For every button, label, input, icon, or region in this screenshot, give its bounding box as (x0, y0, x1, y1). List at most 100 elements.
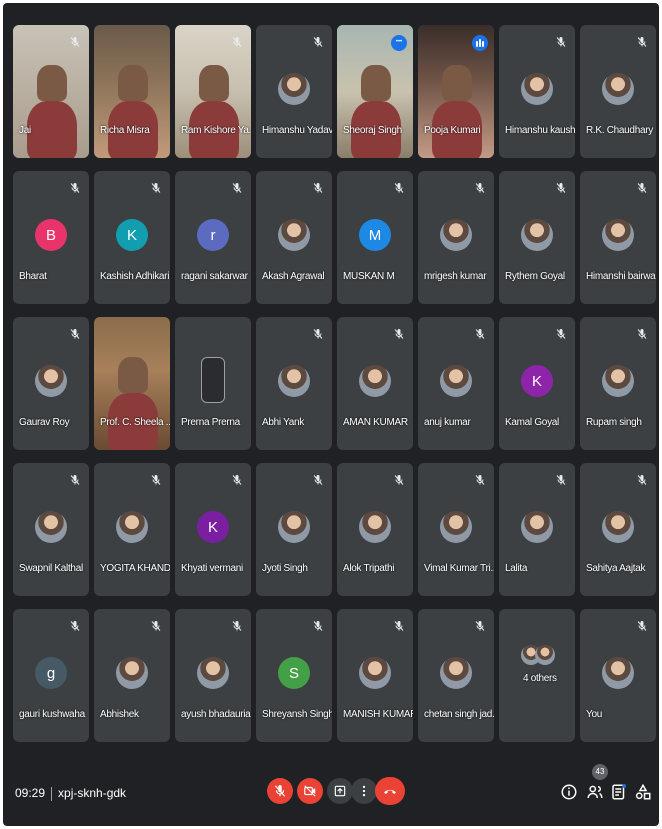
participant-tile[interactable]: mrigesh kumar (418, 171, 494, 304)
participant-tile[interactable]: Prof. C. Sheela ... (94, 317, 170, 450)
participant-tile[interactable]: Prerna Prerna (175, 317, 251, 450)
person-silhouette (37, 65, 67, 101)
participant-name: Ram Kishore Ya... (181, 125, 251, 136)
participant-tile[interactable]: You (580, 609, 656, 742)
more-options-icon[interactable]: ••• (391, 35, 407, 51)
participant-tile[interactable]: R.K. Chaudhary (580, 25, 656, 158)
mic-toggle-button[interactable] (267, 778, 293, 804)
participant-name: Alok Tripathi (343, 563, 395, 574)
activities-icon[interactable] (634, 783, 652, 801)
mic-muted-icon (555, 327, 567, 341)
participant-tile[interactable]: Lalita (499, 463, 575, 596)
participant-tile[interactable]: Rupam singh (580, 317, 656, 450)
participant-tile[interactable]: Himanshu Yadav (256, 25, 332, 158)
avatar (278, 73, 310, 105)
participant-name: Khyati vermani (181, 563, 243, 574)
participant-name: Sheoraj Singh (343, 125, 402, 136)
participant-tile[interactable]: S Shreyansh Singh (256, 609, 332, 742)
participant-tile[interactable]: anuj kumar (418, 317, 494, 450)
participant-name: You (586, 709, 602, 720)
participant-tile[interactable]: B Bharat (13, 171, 89, 304)
participant-tile[interactable]: Sahitya Aajtak (580, 463, 656, 596)
participant-tile[interactable]: M MUSKAN M (337, 171, 413, 304)
participant-tile[interactable]: Vimal Kumar Tri... (418, 463, 494, 596)
participant-tile[interactable]: Alok Tripathi (337, 463, 413, 596)
leave-call-button[interactable] (375, 777, 405, 805)
participant-name: Jyoti Singh (262, 563, 308, 574)
participant-tile[interactable]: Jai (13, 25, 89, 158)
participant-tile[interactable]: K Khyati vermani (175, 463, 251, 596)
avatar (521, 73, 553, 105)
avatar (359, 511, 391, 543)
person-silhouette (442, 65, 472, 101)
participant-tile[interactable]: g gauri kushwaha (13, 609, 89, 742)
participant-name: MUSKAN M (343, 271, 395, 282)
mic-muted-icon (636, 35, 648, 49)
chat-icon[interactable] (610, 783, 628, 801)
mic-muted-icon (312, 327, 324, 341)
avatar (440, 365, 472, 397)
participant-tile[interactable]: ••• Sheoraj Singh (337, 25, 413, 158)
participant-name: YOGITA KHAND... (100, 563, 170, 574)
participant-name: anuj kumar (424, 417, 471, 428)
mic-muted-icon (474, 619, 486, 633)
participant-tile[interactable]: Abhishek (94, 609, 170, 742)
participant-tile[interactable]: Abhi Yank (256, 317, 332, 450)
mic-muted-icon (69, 473, 81, 487)
participant-tile[interactable]: ayush bhadauria (175, 609, 251, 742)
meeting-code[interactable]: xpj-sknh-gdk (58, 786, 126, 800)
mic-muted-icon (636, 181, 648, 195)
video-feed (94, 317, 170, 450)
participant-tile[interactable]: Himanshi bairwa (580, 171, 656, 304)
participant-name: Kamal Goyal (505, 417, 559, 428)
avatar (602, 219, 634, 251)
participant-name: mrigesh kumar (424, 271, 487, 282)
participant-name: Sahitya Aajtak (586, 563, 646, 574)
video-feed (94, 25, 170, 158)
broken-image-icon (201, 357, 225, 403)
mic-muted-icon (312, 473, 324, 487)
more-options-button[interactable] (351, 778, 377, 804)
participant-tile[interactable]: MANISH KUMAR (337, 609, 413, 742)
avatar (278, 511, 310, 543)
mic-muted-icon (231, 473, 243, 487)
participant-tile[interactable]: Akash Agrawal (256, 171, 332, 304)
participant-name: 4 others (523, 673, 557, 684)
participant-tile[interactable]: r ragani sakarwar (175, 171, 251, 304)
mic-muted-icon (231, 181, 243, 195)
participant-tile[interactable]: Richa Misra (94, 25, 170, 158)
participant-tile[interactable]: chetan singh jad... (418, 609, 494, 742)
participant-tile[interactable]: K Kashish Adhikari (94, 171, 170, 304)
participant-name: ayush bhadauria (181, 709, 251, 720)
participant-tile[interactable]: Swapnil Kalthal (13, 463, 89, 596)
participant-tile[interactable]: YOGITA KHAND... (94, 463, 170, 596)
participant-tile[interactable]: Jyoti Singh (256, 463, 332, 596)
mic-muted-icon (474, 327, 486, 341)
avatar (440, 657, 472, 689)
info-icon[interactable] (560, 783, 578, 801)
participant-name: Gaurav Roy (19, 417, 70, 428)
participant-tile[interactable]: Himanshu kaushik (499, 25, 575, 158)
mic-muted-icon (636, 619, 648, 633)
camera-toggle-button[interactable] (297, 778, 323, 804)
participant-tile[interactable]: 4 others (499, 609, 575, 742)
participant-tile[interactable]: Rythem Goyal (499, 171, 575, 304)
mic-muted-icon (555, 473, 567, 487)
present-button[interactable] (327, 778, 353, 804)
avatar: K (197, 511, 229, 543)
participant-tile[interactable]: Pooja Kumari (418, 25, 494, 158)
participant-tile[interactable]: AMAN KUMAR (337, 317, 413, 450)
participant-tile[interactable]: Ram Kishore Ya... (175, 25, 251, 158)
person-body (27, 101, 77, 158)
present-icon (334, 785, 346, 797)
meeting-time: 09:29 (15, 786, 46, 800)
participant-tile[interactable]: Gaurav Roy (13, 317, 89, 450)
avatar: B (35, 219, 67, 251)
participant-name: Rupam singh (586, 417, 642, 428)
mic-muted-icon (150, 619, 162, 633)
divider (51, 786, 53, 801)
avatar (440, 511, 472, 543)
people-icon[interactable] (586, 783, 604, 801)
participant-tile[interactable]: K Kamal Goyal (499, 317, 575, 450)
avatar (359, 365, 391, 397)
